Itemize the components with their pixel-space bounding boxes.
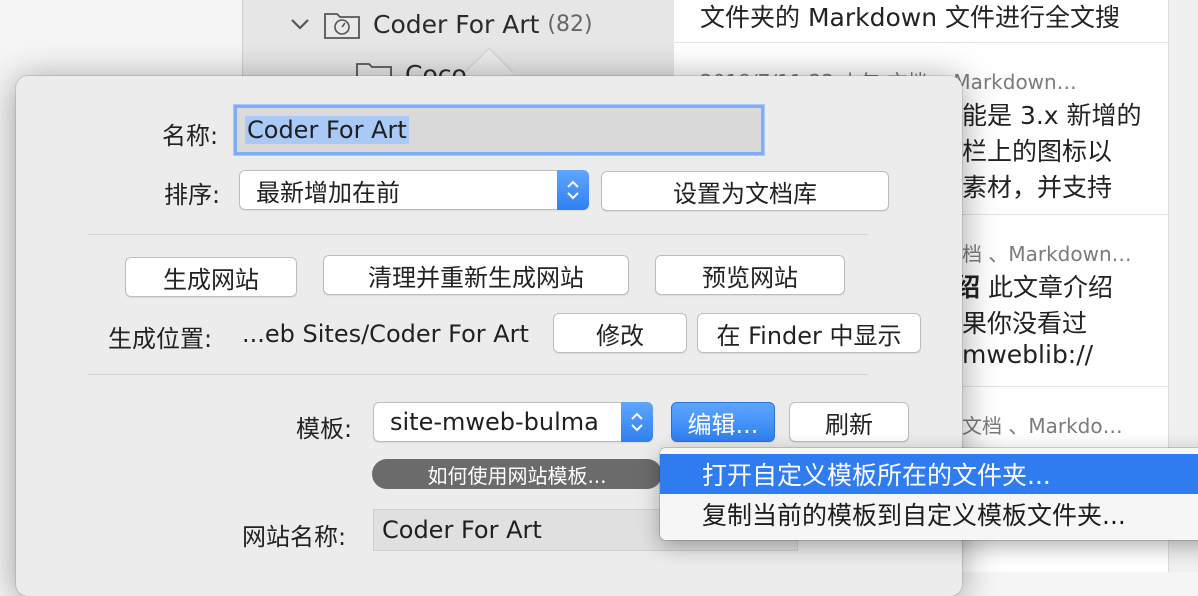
edit-template-menu: 打开自定义模板所在的文件夹... 复制当前的模板到自定义模板文件夹... xyxy=(660,448,1198,540)
note-snippet-line: 素材，并支持 xyxy=(962,173,1113,202)
note-snippet-line: 此文章介绍 xyxy=(988,273,1114,302)
preview-site-button[interactable]: 预览网站 xyxy=(655,255,845,295)
sort-select[interactable]: 最新增加在前 xyxy=(239,170,589,210)
chevron-down-icon[interactable] xyxy=(287,11,313,37)
clean-regenerate-button[interactable]: 清理并重新生成网站 xyxy=(323,255,629,295)
note-snippet-line: mweblib:// xyxy=(962,340,1094,369)
note-meta: 档 、Markdown… xyxy=(962,242,1132,266)
note-snippet-line: 果你没看过 xyxy=(962,309,1088,338)
note-snippet-line: 能是 3.x 新增的 xyxy=(962,101,1142,130)
sidebar-item-count: (82) xyxy=(547,11,593,37)
edit-template-button[interactable]: 编辑... xyxy=(671,402,775,442)
menu-item-copy-template[interactable]: 复制当前的模板到自定义模板文件夹... xyxy=(660,494,1198,534)
set-library-button[interactable]: 设置为文档库 xyxy=(601,171,889,211)
site-name-label: 网站名称: xyxy=(242,523,347,551)
template-howto-link[interactable]: 如何使用网站模板... xyxy=(372,459,662,489)
sort-select-value: 最新增加在前 xyxy=(256,178,400,207)
template-select-value: site-mweb-bulma xyxy=(390,408,599,436)
menu-item-open-template-folder[interactable]: 打开自定义模板所在的文件夹... xyxy=(660,454,1198,494)
modify-location-button[interactable]: 修改 xyxy=(553,313,687,353)
refresh-template-button[interactable]: 刷新 xyxy=(789,402,909,442)
sort-label: 排序: xyxy=(164,181,221,209)
sidebar-item-label: Coder For Art xyxy=(373,9,540,39)
generate-site-button[interactable]: 生成网站 xyxy=(125,257,297,297)
name-field-value: Coder For Art xyxy=(245,116,409,144)
note-meta: 文档 、Markdo… xyxy=(962,414,1123,438)
template-select[interactable]: site-mweb-bulma xyxy=(373,402,653,442)
location-label: 生成位置: xyxy=(108,325,213,353)
section-divider xyxy=(88,374,868,375)
note-snippet-line: 栏上的图标以 xyxy=(962,137,1113,166)
sidebar-item-coder-for-art[interactable]: Coder For Art (82) xyxy=(287,8,593,40)
name-field[interactable]: Coder For Art xyxy=(234,105,764,155)
note-divider xyxy=(674,42,1169,43)
location-path: ...eb Sites/Coder For Art xyxy=(242,320,529,348)
select-stepper-icon xyxy=(557,170,589,210)
show-in-finder-button[interactable]: 在 Finder 中显示 xyxy=(697,313,921,353)
section-divider xyxy=(88,234,868,235)
site-folder-icon xyxy=(324,13,360,39)
template-label: 模板: xyxy=(296,415,353,443)
note-snippet: 文件夹的 Markdown 文件进行全文搜 xyxy=(700,3,1120,32)
name-label: 名称: xyxy=(162,122,219,150)
site-name-field-value: Coder For Art xyxy=(382,516,542,544)
select-stepper-icon xyxy=(621,402,653,442)
